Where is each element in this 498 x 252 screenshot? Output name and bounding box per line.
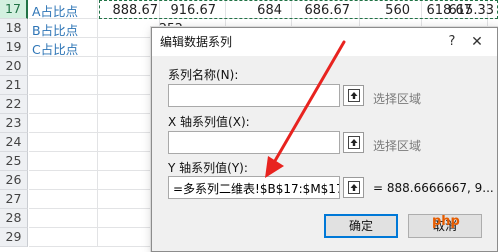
row-header[interactable]: 18: [0, 19, 28, 38]
row-header[interactable]: 17: [0, 0, 28, 19]
column-gridline: [97, 114, 98, 132]
collapse-icon: [348, 89, 360, 102]
collapse-icon: [348, 181, 360, 194]
series-name-field[interactable]: [168, 84, 340, 107]
column-gridline: [97, 95, 98, 113]
column-gridline: [97, 171, 98, 189]
screen: 17A占比点18B占比点25219C占比点3762021222324252627…: [0, 0, 498, 252]
column-gridline: [97, 152, 98, 170]
collapse-icon: [348, 136, 360, 149]
value-cell[interactable]: 916.67: [171, 3, 217, 18]
series-name-hint: 选择区域: [373, 92, 422, 106]
row-header[interactable]: 22: [0, 95, 28, 114]
watermark-text: php: [432, 214, 460, 229]
x-values-hint: 选择区域: [373, 139, 422, 153]
row-header[interactable]: 27: [0, 190, 28, 209]
y-values-preview: = 888.6666667, 9...: [373, 181, 494, 195]
value-cell[interactable]: 888.67: [113, 3, 159, 18]
row-header[interactable]: 29: [0, 228, 28, 247]
column-gridline: [97, 76, 98, 94]
x-values-collapse-button[interactable]: [343, 132, 364, 153]
column-gridline: [97, 209, 98, 227]
row-label-cell[interactable]: C占比点: [32, 39, 78, 58]
y-values-collapse-button[interactable]: [343, 177, 364, 198]
help-icon[interactable]: ?: [445, 35, 459, 49]
value-cell[interactable]: 615.33: [449, 3, 495, 18]
ok-button[interactable]: 确定: [324, 214, 398, 238]
row-header[interactable]: 19: [0, 38, 28, 57]
column-gridline: [97, 228, 98, 246]
row-label-cell[interactable]: B占比点: [32, 20, 78, 39]
row-header[interactable]: 21: [0, 76, 28, 95]
row-header[interactable]: 25: [0, 152, 28, 171]
y-values-label: Y 轴系列值(Y):: [168, 161, 248, 175]
series-name-label: 系列名称(N):: [168, 68, 239, 82]
value-cell[interactable]: 560: [385, 3, 410, 18]
column-gridline: [97, 133, 98, 151]
row-label-cell[interactable]: A占比点: [32, 1, 78, 20]
y-values-field[interactable]: =多系列二维表!$B$17:$M$17: [168, 176, 340, 199]
selected-range[interactable]: 888.67 916.67 684 686.67 560 618.67 615.33: [99, 0, 498, 19]
column-gridline: [97, 57, 98, 75]
value-cell[interactable]: 684: [257, 3, 282, 18]
x-values-field[interactable]: [168, 131, 340, 154]
close-icon[interactable]: ✕: [467, 32, 487, 52]
value-cell[interactable]: 686.67: [305, 3, 351, 18]
column-gridline: [97, 19, 98, 37]
row-header[interactable]: 28: [0, 209, 28, 228]
row-header[interactable]: 24: [0, 133, 28, 152]
x-values-label: X 轴系列值(X):: [168, 115, 250, 129]
column-gridline: [97, 0, 98, 18]
column-gridline: [97, 38, 98, 56]
row-header[interactable]: 20: [0, 57, 28, 76]
series-name-collapse-button[interactable]: [343, 85, 364, 106]
column-gridline: [97, 190, 98, 208]
row-header[interactable]: 23: [0, 114, 28, 133]
row-header[interactable]: 26: [0, 171, 28, 190]
